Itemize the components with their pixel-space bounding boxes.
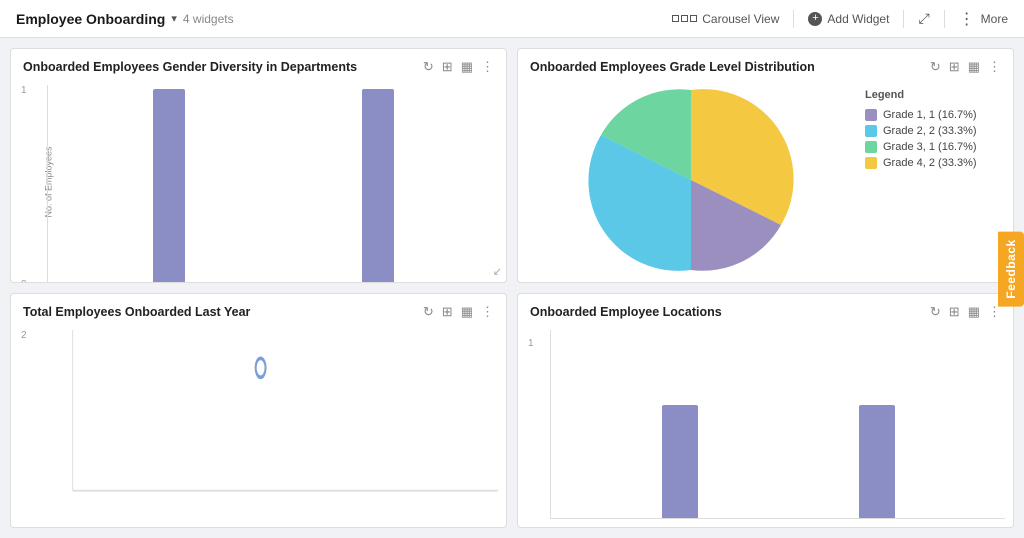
legend-title: Legend	[865, 89, 1005, 101]
legend-label-grade3: Grade 3, 1 (16.7%)	[883, 141, 977, 153]
total-onboarded-title: Total Employees Onboarded Last Year	[23, 305, 417, 319]
chart-icon-2[interactable]: ▦	[968, 59, 980, 75]
dashboard-header: Employee Onboarding ▾ 4 widgets Carousel…	[0, 0, 1024, 38]
loc-y-tick-1: 1	[528, 338, 534, 349]
widget-actions-grade: ↻ ⊞ ▦ ⋮	[930, 59, 1001, 75]
header-left: Employee Onboarding ▾ 4 widgets	[16, 11, 672, 27]
legend-label-grade4: Grade 4, 2 (33.3%)	[883, 157, 977, 169]
legend-item-grade4: Grade 4, 2 (33.3%)	[865, 157, 1005, 169]
loc-bar-1	[662, 405, 698, 518]
swatch-grade1	[865, 109, 877, 121]
chart-icon[interactable]: ▦	[461, 59, 473, 75]
line-dot	[256, 358, 266, 377]
swatch-grade3	[865, 141, 877, 153]
dots-icon: ⋮	[959, 9, 976, 29]
widget-header-locations: Onboarded Employee Locations ↻ ⊞ ▦ ⋮	[518, 294, 1013, 326]
add-widget-button[interactable]: + Add Widget	[808, 12, 889, 26]
chart-icon-4[interactable]: ▦	[968, 304, 980, 320]
swatch-grade2	[865, 125, 877, 137]
y-tick-1: 1	[21, 85, 27, 96]
carousel-view-button[interactable]: Carousel View	[672, 12, 779, 26]
bar-none	[153, 89, 185, 282]
widget-actions-total: ↻ ⊞ ▦ ⋮	[423, 304, 494, 320]
chart-icon-3[interactable]: ▦	[461, 304, 473, 320]
locations-widget: Onboarded Employee Locations ↻ ⊞ ▦ ⋮ 1	[517, 293, 1014, 528]
pie-legend: Legend Grade 1, 1 (16.7%) Grade 2, 2 (33…	[865, 85, 1005, 274]
table-icon-4[interactable]: ⊞	[949, 304, 960, 320]
resize-icon: ↙	[493, 265, 502, 278]
loc-bar-2	[859, 405, 895, 518]
divider2	[903, 10, 904, 28]
grade-distribution-body: Legend Grade 1, 1 (16.7%) Grade 2, 2 (33…	[518, 81, 1013, 282]
bar-none-fill	[153, 89, 185, 282]
more-icon-3[interactable]: ⋮	[481, 304, 494, 320]
swatch-grade4	[865, 157, 877, 169]
y-tick-0: 0	[21, 279, 27, 282]
grade-distribution-widget: Onboarded Employees Grade Level Distribu…	[517, 48, 1014, 283]
widget-actions-gender: ↻ ⊞ ▦ ⋮	[423, 59, 494, 75]
feedback-wrapper: Feedback	[998, 231, 1024, 306]
total-onboarded-body: 2	[11, 326, 506, 527]
table-icon-3[interactable]: ⊞	[442, 304, 453, 320]
carousel-icon	[672, 15, 697, 22]
refresh-icon-3[interactable]: ↻	[423, 304, 434, 320]
pie-svg	[581, 81, 801, 282]
widget-header-total: Total Employees Onboarded Last Year ↻ ⊞ …	[11, 294, 506, 326]
bar-cyber	[362, 89, 394, 282]
widget-actions-locations: ↻ ⊞ ▦ ⋮	[930, 304, 1001, 320]
gender-diversity-body: No. of Employees 1 0	[11, 81, 506, 282]
expand-icon: ⤢	[918, 10, 929, 27]
pie-chart-container: Legend Grade 1, 1 (16.7%) Grade 2, 2 (33…	[526, 85, 1005, 274]
refresh-icon-2[interactable]: ↻	[930, 59, 941, 75]
grade-distribution-title: Onboarded Employees Grade Level Distribu…	[530, 60, 924, 74]
line-y-tick-2: 2	[21, 330, 27, 341]
plus-icon: +	[808, 12, 822, 26]
divider3	[944, 10, 945, 28]
widget-header-grade: Onboarded Employees Grade Level Distribu…	[518, 49, 1013, 81]
feedback-button[interactable]: Feedback	[998, 231, 1024, 306]
bar-cyber-fill	[362, 89, 394, 282]
widget-header-gender: Onboarded Employees Gender Diversity in …	[11, 49, 506, 81]
legend-label-grade1: Grade 1, 1 (16.7%)	[883, 109, 977, 121]
table-icon-2[interactable]: ⊞	[949, 59, 960, 75]
gender-diversity-widget: Onboarded Employees Gender Diversity in …	[10, 48, 507, 283]
legend-item-grade3: Grade 3, 1 (16.7%)	[865, 141, 1005, 153]
dashboard-title: Employee Onboarding	[16, 11, 165, 27]
widget-count: 4 widgets	[183, 12, 234, 26]
more-icon-2[interactable]: ⋮	[988, 59, 1001, 75]
total-onboarded-widget: Total Employees Onboarded Last Year ↻ ⊞ …	[10, 293, 507, 528]
pie-area	[526, 85, 855, 274]
locations-body: 1	[518, 326, 1013, 527]
dashboard-grid: Onboarded Employees Gender Diversity in …	[0, 38, 1024, 538]
legend-item-grade2: Grade 2, 2 (33.3%)	[865, 125, 1005, 137]
gender-diversity-title: Onboarded Employees Gender Diversity in …	[23, 60, 417, 74]
expand-button[interactable]: ⤢	[918, 10, 929, 27]
refresh-icon[interactable]: ↻	[423, 59, 434, 75]
locations-title: Onboarded Employee Locations	[530, 305, 924, 319]
line-chart-svg	[19, 330, 498, 519]
more-button[interactable]: ⋮ More	[959, 9, 1008, 29]
header-actions: Carousel View + Add Widget ⤢ ⋮ More	[672, 9, 1008, 29]
refresh-icon-4[interactable]: ↻	[930, 304, 941, 320]
title-dropdown-icon[interactable]: ▾	[171, 12, 177, 25]
legend-item-grade1: Grade 1, 1 (16.7%)	[865, 109, 1005, 121]
divider	[793, 10, 794, 28]
table-icon[interactable]: ⊞	[442, 59, 453, 75]
legend-label-grade2: Grade 2, 2 (33.3%)	[883, 125, 977, 137]
more-icon[interactable]: ⋮	[481, 59, 494, 75]
